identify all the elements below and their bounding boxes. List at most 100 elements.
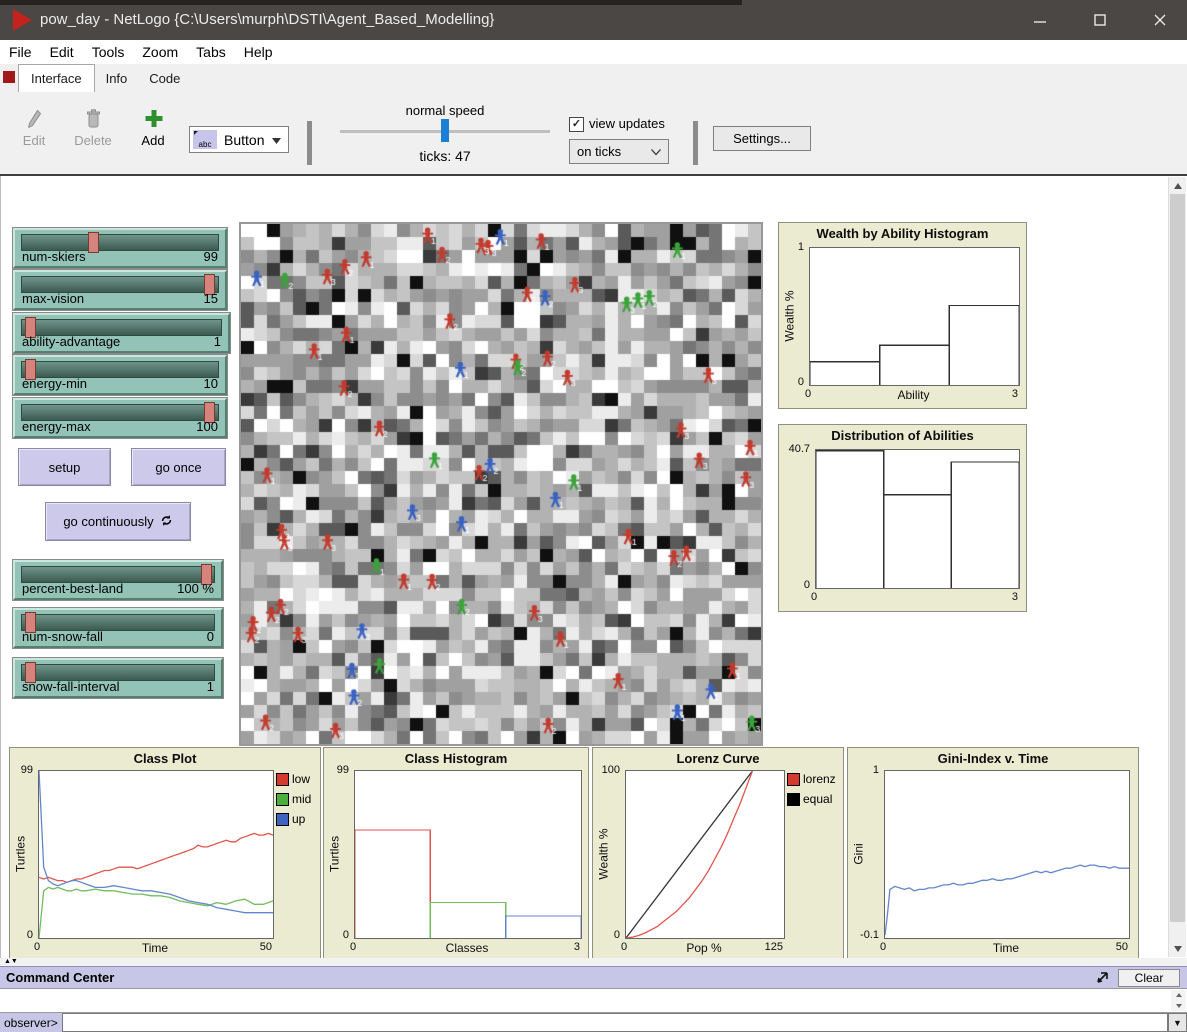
delete-widget-button[interactable]: Delete	[72, 108, 114, 148]
y-axis-label: Wealth %	[783, 248, 797, 385]
close-button[interactable]	[1133, 0, 1187, 40]
legend-label: up	[292, 812, 305, 826]
clear-button[interactable]: Clear	[1118, 969, 1180, 987]
slider-caption: energy-min10	[22, 376, 218, 391]
slider-value: 100	[196, 419, 218, 434]
legend-item-low: low	[276, 772, 310, 786]
slider-percent-best-land[interactable]: percent-best-land100 %	[13, 560, 223, 600]
slider-name: energy-max	[22, 419, 91, 434]
slider-ability-advantage[interactable]: ability-advantage1	[13, 313, 230, 353]
clear-label: Clear	[1135, 971, 1164, 985]
legend-swatch	[787, 773, 800, 786]
tab-info[interactable]: Info	[95, 65, 139, 91]
add-widget-button[interactable]: Add	[136, 108, 170, 148]
world-view[interactable]	[239, 222, 763, 746]
legend-label: low	[292, 772, 310, 786]
maximize-button[interactable]	[1073, 0, 1127, 40]
plot-canvas	[809, 247, 1020, 386]
ticks-counter: ticks: 47	[340, 148, 550, 164]
slider-name: percent-best-land	[22, 581, 123, 596]
scrollbar-thumb[interactable]	[1170, 194, 1185, 922]
button-label: go once	[155, 460, 201, 475]
plot-title: Gini-Index v. Time	[848, 751, 1138, 766]
forever-icon	[160, 514, 173, 530]
update-mode-dropdown[interactable]: on ticks	[569, 139, 669, 164]
go-continuously-button[interactable]: go continuously	[45, 502, 191, 541]
close-icon	[1154, 14, 1166, 26]
slider-num-snow-fall[interactable]: num-snow-fall0	[13, 608, 223, 648]
command-input[interactable]	[62, 1013, 1168, 1032]
tab-interface[interactable]: Interface	[18, 64, 95, 93]
menu-item-zoom[interactable]: Zoom	[133, 40, 187, 63]
menu-item-help[interactable]: Help	[235, 40, 282, 63]
widget-type-dropdown[interactable]: abc Button	[189, 126, 289, 153]
command-center-splitter[interactable]: ▲▼	[0, 958, 1187, 966]
legend-item-mid: mid	[276, 792, 311, 806]
titlebar-top-strip	[0, 0, 742, 5]
scroll-down-button[interactable]	[1169, 940, 1186, 957]
arrow-up-icon	[1176, 993, 1182, 997]
plot-title: Wealth by Ability Histogram	[779, 226, 1026, 241]
widget-type-value: Button	[224, 132, 264, 148]
slider-energy-min[interactable]: energy-min10	[13, 355, 227, 395]
slider-name: num-skiers	[22, 249, 86, 264]
plot-title: Class Histogram	[324, 751, 588, 766]
output-scroll-down[interactable]	[1171, 1001, 1186, 1011]
slider-value: 1	[207, 679, 214, 694]
menu-item-tabs[interactable]: Tabs	[187, 40, 235, 63]
slider-max-vision[interactable]: max-vision15	[13, 270, 227, 310]
slider-name: num-snow-fall	[22, 629, 103, 644]
plot-title: Lorenz Curve	[593, 751, 843, 766]
slider-energy-max[interactable]: energy-max 100	[13, 398, 227, 438]
legend-swatch	[276, 773, 289, 786]
go-once-button[interactable]: go once	[131, 448, 226, 486]
plot-canvas	[625, 770, 785, 939]
menu-item-edit[interactable]: Edit	[41, 40, 83, 63]
view-updates-label: view updates	[589, 116, 665, 131]
legend-swatch	[276, 793, 289, 806]
slider-name: ability-advantage	[22, 334, 120, 349]
y-axis-label: Gini	[852, 771, 866, 938]
tab-code[interactable]: Code	[138, 65, 191, 91]
x-axis-label: Ability	[809, 388, 1018, 402]
export-icon	[1096, 971, 1109, 984]
output-scroll-up[interactable]	[1171, 990, 1186, 1000]
speed-slider-handle[interactable]	[441, 119, 449, 142]
output-scrollbar[interactable]	[1171, 990, 1186, 1011]
x-axis-min-tick: 0	[811, 591, 817, 603]
setup-button[interactable]: setup	[18, 448, 111, 486]
plot-wealth: Wealth by Ability Histogram1003AbilityWe…	[778, 222, 1027, 409]
plot-class-plot: Class Plot990050TimeTurtleslowmidup	[9, 747, 321, 958]
view-updates-checkbox[interactable]: ✓	[569, 117, 584, 132]
command-center-export-button[interactable]	[1093, 969, 1111, 986]
legend-label: mid	[292, 792, 311, 806]
world-canvas[interactable]	[241, 224, 761, 744]
command-center-output[interactable]	[0, 988, 1187, 1013]
legend-item-equal: equal	[787, 792, 832, 806]
trash-icon	[86, 108, 101, 130]
pencil-icon	[27, 108, 42, 130]
plus-icon	[144, 108, 163, 130]
window-title: pow_day - NetLogo {C:\Users\murph\DSTI\A…	[40, 11, 494, 28]
x-axis-label: Time	[884, 941, 1128, 955]
command-center-header: Command Center Clear	[0, 966, 1187, 988]
plot-title: Distribution of Abilities	[779, 428, 1026, 443]
minimize-button[interactable]	[1013, 0, 1067, 40]
slider-caption: max-vision15	[22, 291, 218, 306]
plot-gini: Gini-Index v. Time1-0.1050TimeGini	[847, 747, 1139, 958]
slider-snow-fall-interval[interactable]: snow-fall-interval1	[13, 658, 223, 698]
command-center-title: Command Center	[6, 970, 114, 985]
plot-canvas	[354, 770, 582, 939]
settings-button[interactable]: Settings...	[713, 126, 811, 151]
plot-abilities: Distribution of Abilities40.7003	[778, 424, 1027, 612]
edit-widget-button[interactable]: Edit	[16, 108, 52, 148]
slider-num-skiers[interactable]: num-skiers99	[13, 228, 227, 268]
plot-canvas	[884, 770, 1130, 939]
slider-caption: ability-advantage1	[22, 334, 221, 349]
vertical-scrollbar[interactable]	[1168, 177, 1186, 957]
command-history-button[interactable]: ▼	[1168, 1013, 1187, 1032]
menu-item-file[interactable]: File	[0, 40, 41, 63]
button-label: setup	[49, 460, 81, 475]
scroll-up-button[interactable]	[1169, 177, 1186, 194]
menu-item-tools[interactable]: Tools	[83, 40, 134, 63]
